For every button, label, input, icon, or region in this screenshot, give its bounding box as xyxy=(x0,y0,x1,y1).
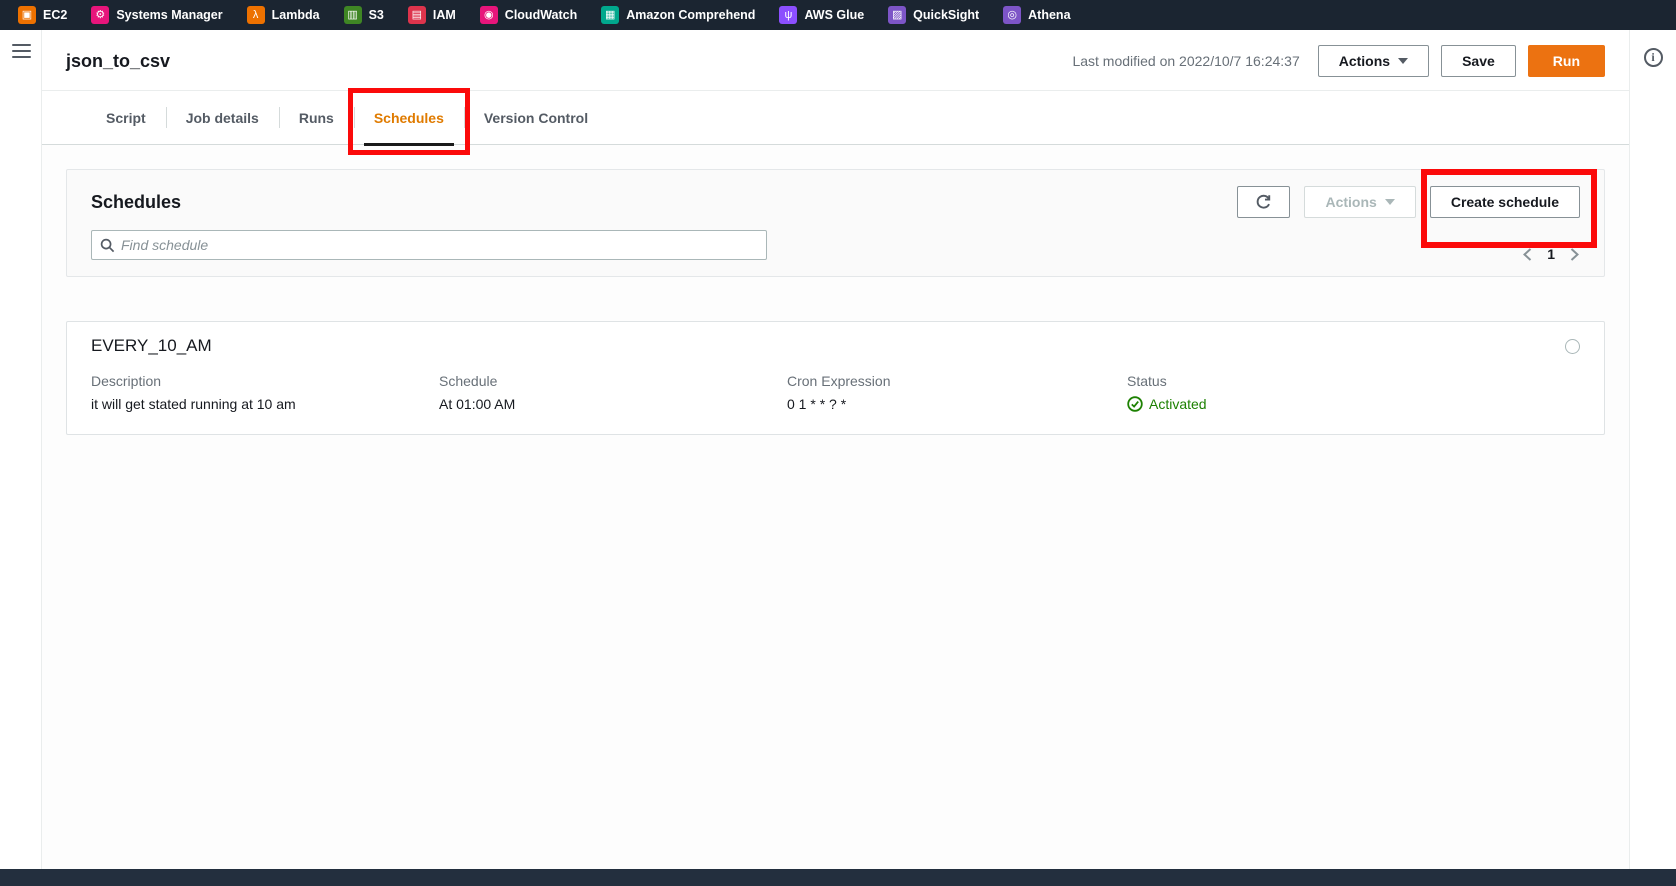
schedule-fields: Description it will get stated running a… xyxy=(91,373,1580,412)
topbar-service-lambda[interactable]: λ Lambda xyxy=(235,0,332,30)
topbar-service-quicksight[interactable]: ▨ QuickSight xyxy=(876,0,991,30)
topbar-service-glue[interactable]: ψ AWS Glue xyxy=(767,0,876,30)
status-badge: Activated xyxy=(1127,396,1580,412)
topbar-service-systems-manager[interactable]: ⚙ Systems Manager xyxy=(79,0,234,30)
iam-icon: ▤ xyxy=(407,6,426,24)
job-tabs: Script Job details Runs Schedules Versio… xyxy=(42,88,1629,155)
search-icon xyxy=(100,238,115,252)
run-button[interactable]: Run xyxy=(1527,45,1605,77)
search-input[interactable] xyxy=(121,237,758,253)
service-label: CloudWatch xyxy=(504,8,578,22)
service-label: QuickSight xyxy=(913,8,980,22)
page-header: json_to_csv Last modified on 2022/10/7 1… xyxy=(42,30,1629,90)
schedule-radio-button[interactable] xyxy=(1565,339,1580,354)
page-title: json_to_csv xyxy=(66,50,171,71)
search-box xyxy=(91,230,767,260)
tab-script[interactable]: Script xyxy=(86,91,166,144)
actions-button-label: Actions xyxy=(1338,53,1391,69)
create-schedule-label: Create schedule xyxy=(1450,194,1559,210)
tab-label: Version Control xyxy=(483,110,589,126)
s3-icon: ▥ xyxy=(343,6,362,24)
quicksight-icon: ▨ xyxy=(888,6,907,24)
tab-job-details[interactable]: Job details xyxy=(165,91,279,144)
topbar-service-s3[interactable]: ▥ S3 xyxy=(332,0,396,30)
next-page-icon[interactable] xyxy=(1569,247,1580,262)
refresh-icon xyxy=(1257,194,1271,209)
save-button[interactable]: Save xyxy=(1441,45,1516,77)
chevron-down-icon xyxy=(1384,199,1395,205)
schedules-actions-dropdown-button[interactable]: Actions xyxy=(1304,186,1416,218)
schedule-name: EVERY_10_AM xyxy=(91,336,212,355)
topbar-service-cloudwatch[interactable]: ◉ CloudWatch xyxy=(468,0,589,30)
tab-version-control[interactable]: Version Control xyxy=(463,91,608,144)
header-actions: Last modified on 2022/10/7 16:24:37 Acti… xyxy=(1072,45,1605,77)
comprehend-icon: ▦ xyxy=(601,6,620,24)
field-value: it will get stated running at 10 am xyxy=(91,396,296,412)
topbar-service-comprehend[interactable]: ▦ Amazon Comprehend xyxy=(589,0,767,30)
ec2-icon: ▣ xyxy=(18,6,36,24)
status-text: Activated xyxy=(1149,396,1207,412)
refresh-button[interactable] xyxy=(1237,186,1291,218)
field-description: Description it will get stated running a… xyxy=(91,373,439,412)
tab-label: Schedules xyxy=(373,110,444,126)
cloudwatch-icon: ◉ xyxy=(479,6,498,24)
tab-label: Script xyxy=(106,110,146,126)
chevron-down-icon xyxy=(1398,58,1409,64)
schedules-panel-title: Schedules xyxy=(91,191,182,212)
tab-runs[interactable]: Runs xyxy=(278,91,354,144)
tab-label: Job details xyxy=(185,110,259,126)
info-icon[interactable]: i xyxy=(1643,48,1663,67)
content-area: Schedules Actions Create schedule Find s… xyxy=(42,145,1629,869)
main-column: json_to_csv Last modified on 2022/10/7 1… xyxy=(42,30,1629,869)
run-button-label: Run xyxy=(1552,53,1580,69)
topbar-service-ec2[interactable]: ▣ EC2 xyxy=(6,0,79,30)
schedules-panel-actions: Actions Create schedule xyxy=(1237,169,1597,248)
service-label: Amazon Comprehend xyxy=(626,8,756,22)
app-shell: json_to_csv Last modified on 2022/10/7 1… xyxy=(0,30,1676,869)
schedules-actions-label: Actions xyxy=(1325,194,1377,210)
check-circle-icon xyxy=(1127,396,1143,412)
glue-icon: ψ xyxy=(779,6,798,24)
athena-icon: ◎ xyxy=(1003,6,1022,24)
create-schedule-button[interactable]: Create schedule xyxy=(1429,186,1580,218)
field-label: Status xyxy=(1127,373,1167,389)
field-status: Status Activated xyxy=(1127,373,1580,412)
topbar-service-iam[interactable]: ▤ IAM xyxy=(396,0,468,30)
service-label: Lambda xyxy=(271,8,320,22)
right-tools-rail: i xyxy=(1629,30,1676,869)
lambda-icon: λ xyxy=(246,6,265,24)
last-modified-text: Last modified on 2022/10/7 16:24:37 xyxy=(1072,53,1300,69)
systems-manager-icon: ⚙ xyxy=(91,6,110,24)
field-label: Schedule xyxy=(439,373,498,389)
service-label: EC2 xyxy=(43,8,68,22)
actions-dropdown-button[interactable]: Actions xyxy=(1317,45,1430,77)
field-label: Description xyxy=(91,373,162,389)
page-number[interactable]: 1 xyxy=(1547,246,1555,262)
left-navigation-rail xyxy=(0,30,42,869)
service-label: Athena xyxy=(1028,8,1071,22)
tab-schedules[interactable]: Schedules xyxy=(347,88,470,155)
pagination: 1 xyxy=(1522,246,1580,262)
favorites-bar: ▣ EC2 ⚙ Systems Manager λ Lambda ▥ S3 ▤ … xyxy=(0,0,1676,30)
bottom-bar xyxy=(0,869,1676,886)
field-value: 0 1 * * ? * xyxy=(787,396,847,412)
field-cron-expression: Cron Expression 0 1 * * ? * xyxy=(787,373,1127,412)
field-schedule: Schedule At 01:00 AM xyxy=(439,373,787,412)
schedules-panel: Schedules Actions Create schedule Find s… xyxy=(66,169,1605,277)
hamburger-menu-icon[interactable] xyxy=(12,44,31,58)
field-value: At 01:00 AM xyxy=(439,396,516,412)
service-label: IAM xyxy=(432,8,456,22)
schedule-card: EVERY_10_AM Description it will get stat… xyxy=(66,321,1605,435)
service-label: Systems Manager xyxy=(116,8,223,22)
save-button-label: Save xyxy=(1462,53,1495,69)
tab-label: Runs xyxy=(298,110,334,126)
previous-page-icon[interactable] xyxy=(1522,247,1533,262)
service-label: S3 xyxy=(368,8,384,22)
field-label: Cron Expression xyxy=(787,373,891,389)
topbar-service-athena[interactable]: ◎ Athena xyxy=(991,0,1082,30)
service-label: AWS Glue xyxy=(804,8,865,22)
